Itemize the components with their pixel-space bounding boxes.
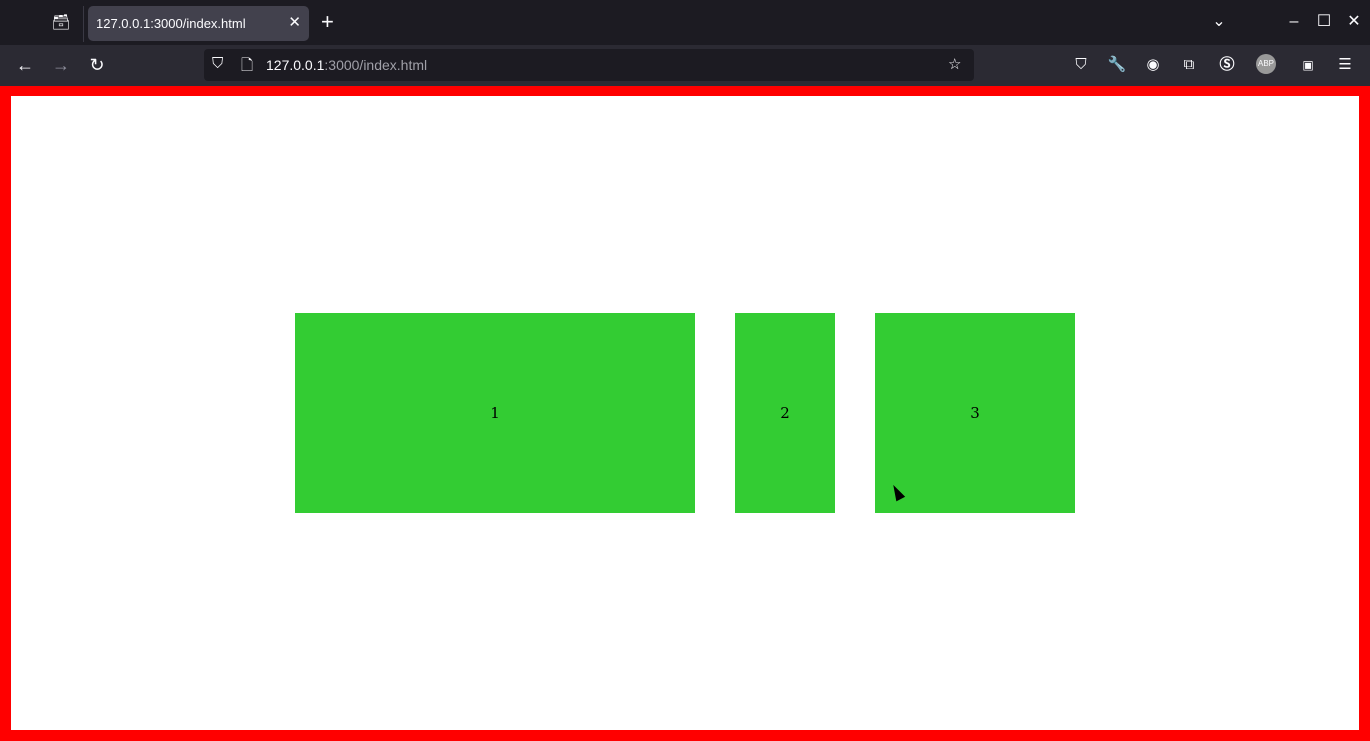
back-icon[interactable]: ←: [13, 53, 37, 77]
s-extension-icon[interactable]: Ⓢ: [1216, 54, 1238, 76]
url-host: 127.0.0.1: [266, 57, 325, 73]
abp-icon[interactable]: ABP: [1256, 54, 1276, 74]
maximize-icon[interactable]: ☐: [1312, 10, 1336, 34]
box-1: 1: [295, 313, 695, 513]
extensions-icon[interactable]: ⧉: [1178, 54, 1200, 76]
account-icon[interactable]: ◉: [1142, 54, 1164, 76]
minimize-icon[interactable]: –: [1282, 10, 1306, 34]
star-icon[interactable]: ☆: [948, 55, 961, 73]
box-2: 2: [735, 313, 835, 513]
box-label: 1: [490, 404, 500, 422]
url-text[interactable]: 127.0.0.1:3000/index.html: [266, 57, 427, 73]
url-bar[interactable]: ⛉ 🗋 127.0.0.1:3000/index.html ☆: [204, 49, 974, 81]
pocket-icon[interactable]: ⛉: [1070, 54, 1092, 76]
close-window-icon[interactable]: ✕: [1342, 10, 1366, 34]
plus-icon[interactable]: +: [321, 10, 334, 34]
reload-icon[interactable]: ↻: [85, 53, 109, 77]
forward-icon[interactable]: →: [49, 53, 73, 77]
box-label: 3: [970, 404, 980, 422]
menu-icon[interactable]: ☰: [1334, 54, 1356, 76]
url-path: :3000/index.html: [324, 57, 428, 73]
nav-toolbar: ← → ↻ ⛉ 🗋 127.0.0.1:3000/index.html ☆ ⛉ …: [0, 45, 1370, 86]
image-extension-icon[interactable]: ▣: [1297, 54, 1319, 76]
title-bar: 🗃 127.0.0.1:3000/index.html ✕ + ⌄ – ☐ ✕: [0, 0, 1370, 45]
page-icon: 🗋: [241, 57, 254, 74]
wrench-icon[interactable]: 🔧: [1106, 54, 1128, 76]
page-viewport: 1 2 3: [0, 86, 1370, 741]
tab-overview-icon[interactable]: 🗃: [50, 13, 72, 33]
tab-title: 127.0.0.1:3000/index.html: [96, 16, 246, 31]
close-icon[interactable]: ✕: [288, 13, 301, 31]
shield-icon[interactable]: ⛉: [212, 55, 223, 72]
chevron-down-icon[interactable]: ⌄: [1207, 10, 1231, 34]
divider: [83, 6, 84, 42]
tab-active[interactable]: 127.0.0.1:3000/index.html ✕: [88, 6, 309, 41]
box-label: 2: [780, 404, 790, 422]
box-3: 3: [875, 313, 1075, 513]
